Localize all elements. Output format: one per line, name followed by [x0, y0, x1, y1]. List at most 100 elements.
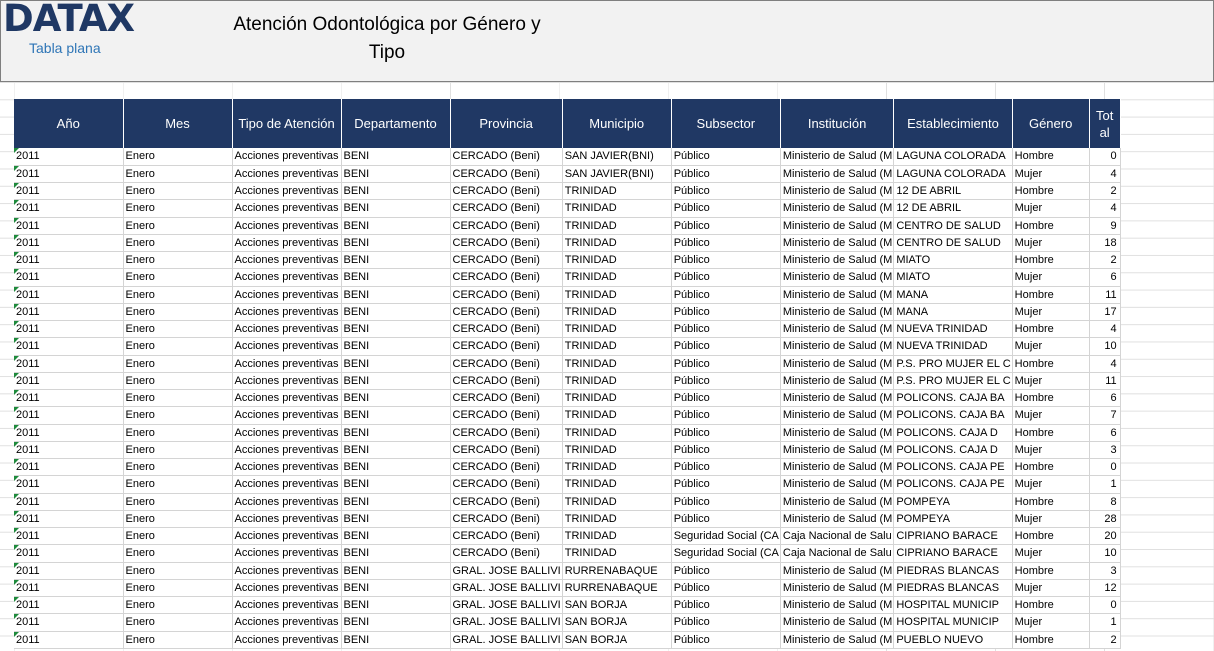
col-establecimiento-cell[interactable]: LAGUNA COLORADA: [893, 148, 1013, 166]
col-total-cell[interactable]: 6: [1089, 424, 1121, 442]
col-ano-cell[interactable]: 2011: [14, 596, 124, 615]
col-mes-header[interactable]: Mes: [123, 99, 233, 148]
col-municipio-cell[interactable]: SAN JAVIER(BNI): [562, 148, 672, 166]
col-ano-cell[interactable]: 2011: [14, 337, 124, 356]
col-genero-cell[interactable]: Mujer: [1012, 337, 1090, 356]
col-municipio-cell[interactable]: TRINIDAD: [562, 320, 672, 339]
col-total-cell[interactable]: 3: [1089, 441, 1121, 460]
col-provincia-cell[interactable]: CERCADO (Beni): [450, 424, 563, 442]
col-tipo-atencion-cell[interactable]: Acciones preventivas: [232, 406, 342, 425]
col-provincia-cell[interactable]: CERCADO (Beni): [450, 372, 563, 391]
col-tipo-atencion-cell[interactable]: Acciones preventivas: [232, 303, 342, 322]
col-establecimiento-cell[interactable]: POLICONS. CAJA D: [893, 441, 1013, 460]
col-mes-cell[interactable]: Enero: [123, 596, 233, 615]
col-tipo-atencion-cell[interactable]: Acciones preventivas: [232, 182, 342, 201]
col-tipo-atencion-cell[interactable]: Acciones preventivas: [232, 579, 342, 598]
col-tipo-atencion-cell[interactable]: Acciones preventivas: [232, 217, 342, 235]
col-mes-cell[interactable]: Enero: [123, 475, 233, 494]
col-mes-cell[interactable]: Enero: [123, 148, 233, 166]
col-tipo-atencion-cell[interactable]: Acciones preventivas: [232, 424, 342, 442]
col-total-cell[interactable]: 11: [1089, 372, 1121, 391]
col-mes-cell[interactable]: Enero: [123, 424, 233, 442]
col-subsector-cell[interactable]: Público: [671, 355, 781, 373]
col-subsector-cell[interactable]: Público: [671, 389, 781, 408]
col-tipo-atencion-cell[interactable]: Acciones preventivas: [232, 165, 342, 184]
col-municipio-cell[interactable]: TRINIDAD: [562, 217, 672, 235]
col-ano-cell[interactable]: 2011: [14, 475, 124, 494]
col-departamento-header[interactable]: Departamento: [341, 99, 451, 148]
col-establecimiento-cell[interactable]: POMPEYA: [893, 510, 1013, 529]
col-mes-cell[interactable]: Enero: [123, 493, 233, 511]
col-provincia-cell[interactable]: CERCADO (Beni): [450, 510, 563, 529]
col-ano-cell[interactable]: 2011: [14, 320, 124, 339]
col-establecimiento-cell[interactable]: MANA: [893, 303, 1013, 322]
col-departamento-cell[interactable]: BENI: [341, 475, 451, 494]
col-tipo-atencion-cell[interactable]: Acciones preventivas: [232, 493, 342, 511]
col-total-header[interactable]: Total: [1089, 99, 1121, 148]
col-genero-cell[interactable]: Hombre: [1012, 562, 1090, 580]
col-departamento-cell[interactable]: BENI: [341, 562, 451, 580]
col-ano-cell[interactable]: 2011: [14, 544, 124, 563]
col-subsector-cell[interactable]: Público: [671, 251, 781, 270]
col-subsector-cell[interactable]: Público: [671, 320, 781, 339]
col-municipio-cell[interactable]: TRINIDAD: [562, 251, 672, 270]
col-subsector-cell[interactable]: Público: [671, 406, 781, 425]
col-tipo-atencion-cell[interactable]: Acciones preventivas: [232, 441, 342, 460]
col-total-cell[interactable]: 4: [1089, 165, 1121, 184]
col-municipio-cell[interactable]: SAN BORJA: [562, 613, 672, 632]
col-municipio-cell[interactable]: SAN BORJA: [562, 631, 672, 649]
col-ano-cell[interactable]: 2011: [14, 165, 124, 184]
col-total-cell[interactable]: 0: [1089, 458, 1121, 477]
col-genero-cell[interactable]: Mujer: [1012, 441, 1090, 460]
col-subsector-cell[interactable]: Público: [671, 631, 781, 649]
col-ano-cell[interactable]: 2011: [14, 268, 124, 287]
col-subsector-cell[interactable]: Público: [671, 372, 781, 391]
col-subsector-cell[interactable]: Público: [671, 234, 781, 253]
col-establecimiento-cell[interactable]: CENTRO DE SALUD: [893, 217, 1013, 235]
col-establecimiento-cell[interactable]: POLICONS. CAJA BA: [893, 389, 1013, 408]
col-genero-cell[interactable]: Mujer: [1012, 268, 1090, 287]
col-mes-cell[interactable]: Enero: [123, 579, 233, 598]
col-institucion-cell[interactable]: Ministerio de Salud (M: [780, 475, 895, 494]
col-provincia-cell[interactable]: CERCADO (Beni): [450, 544, 563, 563]
col-genero-cell[interactable]: Mujer: [1012, 406, 1090, 425]
col-municipio-cell[interactable]: TRINIDAD: [562, 527, 672, 546]
col-municipio-cell[interactable]: TRINIDAD: [562, 389, 672, 408]
col-departamento-cell[interactable]: BENI: [341, 527, 451, 546]
col-municipio-cell[interactable]: TRINIDAD: [562, 510, 672, 529]
col-tipo-atencion-cell[interactable]: Acciones preventivas: [232, 337, 342, 356]
col-ano-cell[interactable]: 2011: [14, 372, 124, 391]
col-departamento-cell[interactable]: BENI: [341, 251, 451, 270]
col-total-cell[interactable]: 0: [1089, 148, 1121, 166]
col-subsector-cell[interactable]: Seguridad Social (CA: [671, 527, 781, 546]
col-provincia-cell[interactable]: CERCADO (Beni): [450, 251, 563, 270]
col-ano-cell[interactable]: 2011: [14, 182, 124, 201]
col-departamento-cell[interactable]: BENI: [341, 389, 451, 408]
col-provincia-cell[interactable]: CERCADO (Beni): [450, 234, 563, 253]
col-tipo-atencion-cell[interactable]: Acciones preventivas: [232, 527, 342, 546]
col-genero-cell[interactable]: Hombre: [1012, 320, 1090, 339]
col-institucion-cell[interactable]: Ministerio de Salud (M: [780, 389, 895, 408]
col-departamento-cell[interactable]: BENI: [341, 234, 451, 253]
col-departamento-cell[interactable]: BENI: [341, 268, 451, 287]
col-tipo-atencion-cell[interactable]: Acciones preventivas: [232, 613, 342, 632]
col-genero-cell[interactable]: Mujer: [1012, 475, 1090, 494]
col-tipo-atencion-header[interactable]: Tipo de Atención: [232, 99, 342, 148]
col-genero-cell[interactable]: Hombre: [1012, 182, 1090, 201]
col-institucion-cell[interactable]: Ministerio de Salud (M: [780, 613, 895, 632]
col-ano-cell[interactable]: 2011: [14, 148, 124, 166]
col-establecimiento-cell[interactable]: POLICONS. CAJA PE: [893, 475, 1013, 494]
col-departamento-cell[interactable]: BENI: [341, 510, 451, 529]
col-subsector-cell[interactable]: Público: [671, 148, 781, 166]
col-ano-cell[interactable]: 2011: [14, 303, 124, 322]
col-ano-cell[interactable]: 2011: [14, 286, 124, 304]
col-total-cell[interactable]: 7: [1089, 406, 1121, 425]
col-municipio-header[interactable]: Municipio: [562, 99, 672, 148]
col-ano-cell[interactable]: 2011: [14, 234, 124, 253]
col-ano-cell[interactable]: 2011: [14, 631, 124, 649]
col-subsector-cell[interactable]: Público: [671, 596, 781, 615]
col-subsector-cell[interactable]: Público: [671, 424, 781, 442]
col-ano-cell[interactable]: 2011: [14, 613, 124, 632]
col-institucion-cell[interactable]: Caja Nacional de Salu: [780, 527, 895, 546]
col-institucion-cell[interactable]: Ministerio de Salud (M: [780, 217, 895, 235]
